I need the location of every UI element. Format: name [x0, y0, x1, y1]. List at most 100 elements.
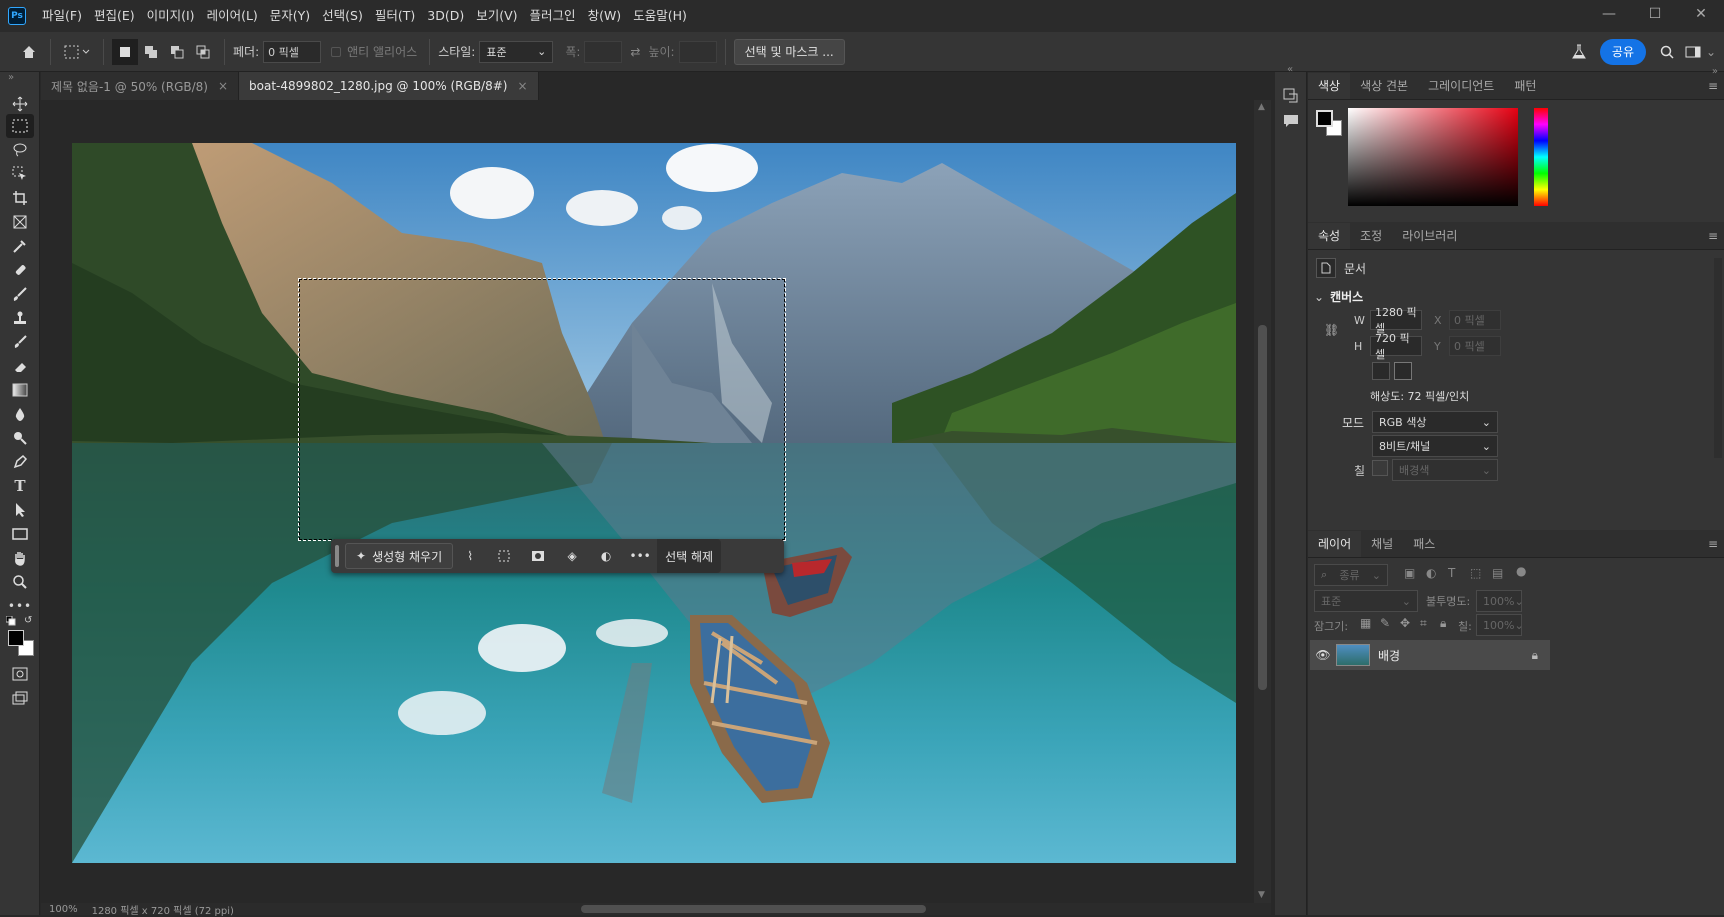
menu-type[interactable]: 문자(Y) [264, 0, 316, 32]
crop-tool-icon[interactable] [6, 186, 34, 210]
lock-all-icon[interactable]: 🔒︎ [1440, 616, 1446, 631]
feather-input[interactable]: 0 픽셀 [263, 40, 322, 63]
marquee-selection[interactable] [298, 278, 786, 541]
scroll-down-icon[interactable]: ▼ [1258, 890, 1265, 900]
fill-swatch[interactable] [1372, 460, 1388, 476]
frame-tool-icon[interactable] [6, 210, 34, 234]
select-and-mask-button[interactable]: 선택 및 마스크 ... [733, 38, 845, 65]
tab-libraries[interactable]: 라이브러리 [1392, 223, 1467, 249]
menu-filter[interactable]: 필터(T) [369, 0, 421, 32]
search-icon[interactable] [1654, 39, 1680, 65]
scroll-up-icon[interactable]: ▲ [1258, 102, 1265, 112]
workspace-icon[interactable] [1680, 39, 1706, 65]
tab-properties[interactable]: 속성 [1308, 223, 1351, 249]
eyedropper-tool-icon[interactable] [6, 234, 34, 258]
portrait-icon[interactable] [1372, 362, 1390, 380]
quick-mask-icon[interactable] [6, 662, 34, 686]
lock-artboard-icon[interactable]: ⌗ [1420, 616, 1427, 631]
color-swatches[interactable] [8, 630, 34, 656]
color-field[interactable] [1348, 108, 1518, 206]
type-tool-icon[interactable]: T [6, 474, 34, 498]
fill-bucket-icon[interactable]: ◈ [555, 549, 589, 563]
layer-name[interactable]: 배경 [1378, 647, 1400, 664]
antialias-checkbox[interactable] [331, 46, 342, 57]
menu-select[interactable]: 선택(S) [316, 0, 369, 32]
brush-tool-icon[interactable] [6, 282, 34, 306]
properties-scrollbar[interactable] [1714, 258, 1722, 458]
marquee-preset-icon[interactable] [59, 39, 95, 65]
comments-icon[interactable] [1283, 114, 1299, 131]
mask-icon[interactable] [521, 550, 555, 562]
default-colors-icon[interactable] [5, 615, 16, 626]
canvas-x-field[interactable]: 0 픽셀 [1449, 310, 1501, 330]
style-dropdown[interactable]: 표준 ⌄ [479, 40, 554, 63]
menu-layer[interactable]: 레이어(L) [201, 0, 264, 32]
drag-handle[interactable] [335, 545, 339, 567]
foreground-color-swatch[interactable] [8, 630, 24, 646]
clone-stamp-tool-icon[interactable] [6, 306, 34, 330]
blur-tool-icon[interactable] [6, 402, 34, 426]
link-icon[interactable]: ⛓ [1324, 323, 1339, 337]
menu-view[interactable]: 보기(V) [470, 0, 523, 32]
zoom-level[interactable]: 100% [49, 904, 78, 915]
landscape-icon[interactable] [1394, 362, 1412, 380]
fill-dropdown[interactable]: 배경색 ⌄ [1392, 459, 1498, 481]
tab-color[interactable]: 색상 [1308, 73, 1351, 99]
blend-mode-dropdown[interactable]: 표준 ⌄ [1314, 590, 1418, 612]
panel-menu-icon[interactable]: ≡ [1708, 223, 1718, 249]
lasso-tool-icon[interactable] [6, 138, 34, 162]
menu-edit[interactable]: 편집(E) [88, 0, 141, 32]
dodge-tool-icon[interactable] [6, 426, 34, 450]
filter-type-icon[interactable]: T [1448, 566, 1455, 580]
swap-colors-icon[interactable]: ↺ [24, 615, 32, 626]
filter-adjustment-icon[interactable]: ◐ [1426, 566, 1436, 580]
share-button[interactable]: 공유 [1599, 38, 1646, 65]
more-options-icon[interactable]: ••• [623, 549, 657, 563]
lock-icon[interactable]: 🔒︎ [1532, 648, 1538, 663]
tab-untitled[interactable]: 제목 없음-1 @ 50% (RGB/8) × [41, 72, 240, 100]
new-selection-icon[interactable] [112, 38, 138, 65]
canvas-width-field[interactable]: 1280 픽셀 [1370, 306, 1422, 335]
gradient-tool-icon[interactable] [6, 378, 34, 402]
tab-swatches[interactable]: 색상 견본 [1350, 73, 1418, 99]
lock-transparent-icon[interactable]: ▦ [1360, 616, 1371, 630]
layer-row[interactable]: 👁︎ 배경 🔒︎ [1310, 640, 1550, 670]
chevron-down-icon[interactable]: ⌄ [1706, 45, 1716, 59]
collapse-icon[interactable]: « [1287, 64, 1293, 75]
menu-window[interactable]: 창(W) [582, 0, 628, 32]
opacity-field[interactable]: 100% ⌄ [1476, 590, 1524, 612]
pen-tool-icon[interactable] [6, 450, 34, 474]
filter-shape-icon[interactable]: ⬚ [1470, 566, 1481, 580]
filter-smart-object-icon[interactable]: ▤ [1492, 566, 1503, 580]
swap-icon[interactable]: ⇄ [622, 39, 648, 65]
scrollbar-thumb[interactable] [1258, 325, 1267, 690]
close-icon[interactable]: ✕ [1678, 0, 1724, 28]
history-brush-tool-icon[interactable] [6, 330, 34, 354]
screen-mode-icon[interactable] [6, 686, 34, 710]
canvas-y-field[interactable]: 0 픽셀 [1449, 336, 1501, 356]
transform-selection-icon[interactable] [487, 549, 521, 563]
history-icon[interactable] [1283, 88, 1299, 107]
vertical-scrollbar[interactable]: ▲ ▼ [1254, 100, 1271, 903]
tab-patterns[interactable]: 패턴 [1504, 73, 1546, 99]
generative-fill-button[interactable]: ✦ 생성형 채우기 [345, 543, 454, 569]
document-info[interactable]: 1280 픽셀 x 720 픽셀 (72 ppi) [92, 902, 234, 917]
canvas-section-header[interactable]: ⌄ 캔버스 [1314, 288, 1363, 305]
maximize-icon[interactable]: ☐ [1632, 0, 1678, 28]
object-selection-tool-icon[interactable] [6, 162, 34, 186]
rectangular-marquee-tool-icon[interactable] [6, 114, 34, 138]
home-icon[interactable] [16, 39, 42, 65]
menu-3d[interactable]: 3D(D) [421, 0, 470, 32]
foreground-color-chip[interactable] [1316, 110, 1333, 127]
modify-selection-icon[interactable]: ⌇ [453, 549, 487, 563]
visibility-eye-icon[interactable]: 👁︎ [1310, 648, 1336, 662]
bit-depth-dropdown[interactable]: 8비트/채널 ⌄ [1372, 435, 1498, 457]
eraser-tool-icon[interactable] [6, 354, 34, 378]
panel-menu-icon[interactable]: ≡ [1708, 531, 1718, 557]
tab-gradients[interactable]: 그레이디언트 [1418, 73, 1504, 99]
layer-kind-filter[interactable]: ⌕ 종류 ⌄ [1314, 564, 1388, 586]
menu-plugins[interactable]: 플러그인 [524, 0, 582, 32]
collapse-icon[interactable]: » [1712, 66, 1718, 77]
color-mode-dropdown[interactable]: RGB 색상 ⌄ [1372, 411, 1498, 433]
subtract-selection-icon[interactable] [164, 39, 190, 65]
